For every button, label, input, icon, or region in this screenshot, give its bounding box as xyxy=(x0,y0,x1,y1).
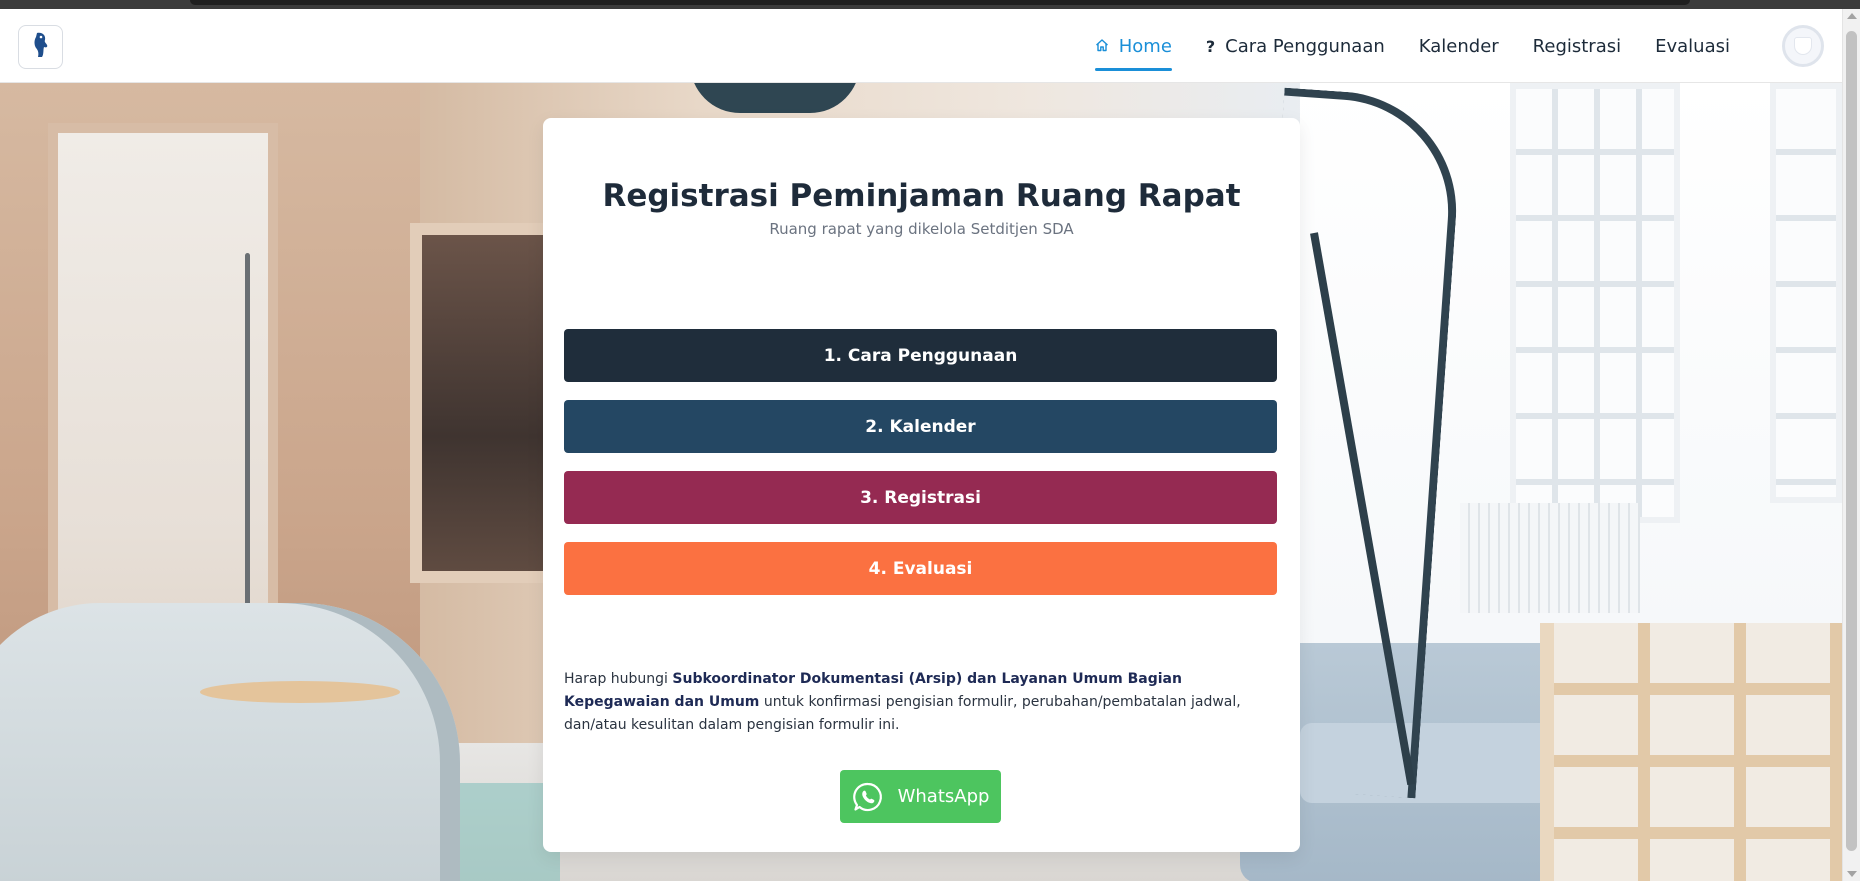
bg-lamp-shade xyxy=(690,83,860,113)
nav-evaluasi-label: Evaluasi xyxy=(1655,35,1730,57)
nav-links: Home ? Cara Penggunaan Kalender Registra… xyxy=(1061,9,1730,83)
browser-top-strip-inner xyxy=(190,0,1690,5)
step-kalender-button[interactable]: 2. Kalender xyxy=(564,400,1277,453)
contact-note: Harap hubungi Subkoordinator Dokumentasi… xyxy=(564,668,1277,737)
horse-logo-icon xyxy=(30,31,52,63)
bg-side-table xyxy=(200,681,400,703)
step-cara-penggunaan-button[interactable]: 1. Cara Penggunaan xyxy=(564,329,1277,382)
nav-home[interactable]: Home xyxy=(1094,9,1173,83)
nav-evaluasi[interactable]: Evaluasi xyxy=(1655,9,1730,83)
nav-kalender[interactable]: Kalender xyxy=(1419,9,1499,83)
whatsapp-label: WhatsApp xyxy=(897,786,990,807)
nav-home-label: Home xyxy=(1118,35,1172,57)
scrollbar-thumb[interactable] xyxy=(1846,31,1857,851)
step-evaluasi-button[interactable]: 4. Evaluasi xyxy=(564,542,1277,595)
bg-window-grid-2 xyxy=(1770,83,1842,503)
bg-interior-window xyxy=(410,223,560,583)
page-title: Registrasi Peminjaman Ruang Rapat xyxy=(602,178,1241,214)
browser-top-strip xyxy=(0,0,1860,9)
step-registrasi-button[interactable]: 3. Registrasi xyxy=(564,471,1277,524)
nav-registrasi-label: Registrasi xyxy=(1532,35,1622,57)
avatar[interactable] xyxy=(1782,25,1824,67)
page-subtitle: Ruang rapat yang dikelola Setditjen SDA xyxy=(769,220,1074,238)
avatar-shield-icon xyxy=(1794,37,1812,55)
registration-card: Registrasi Peminjaman Ruang Rapat Ruang … xyxy=(543,118,1300,852)
nav-kalender-label: Kalender xyxy=(1418,35,1499,57)
page-scrollbar[interactable] xyxy=(1842,9,1860,881)
bg-shelf xyxy=(1540,623,1842,881)
contact-note-prefix: Harap hubungi xyxy=(564,671,673,687)
bg-window-grid xyxy=(1510,83,1680,523)
bg-radiator xyxy=(1460,503,1640,613)
home-icon xyxy=(1095,37,1109,56)
nav-cara-penggunaan-label: Cara Penggunaan xyxy=(1225,35,1385,57)
navbar: Home ? Cara Penggunaan Kalender Registra… xyxy=(0,9,1842,83)
bg-door-handle xyxy=(245,253,250,643)
scroll-up-icon[interactable] xyxy=(1847,13,1857,19)
question-icon: ? xyxy=(1205,36,1216,56)
scroll-down-icon[interactable] xyxy=(1847,871,1857,877)
whatsapp-button[interactable]: WhatsApp xyxy=(840,770,1001,823)
nav-cara-penggunaan[interactable]: ? Cara Penggunaan xyxy=(1206,9,1385,83)
nav-registrasi[interactable]: Registrasi xyxy=(1533,9,1621,83)
bg-armchair xyxy=(0,603,460,881)
home-logo-link[interactable] xyxy=(18,25,63,69)
whatsapp-icon xyxy=(852,781,884,813)
